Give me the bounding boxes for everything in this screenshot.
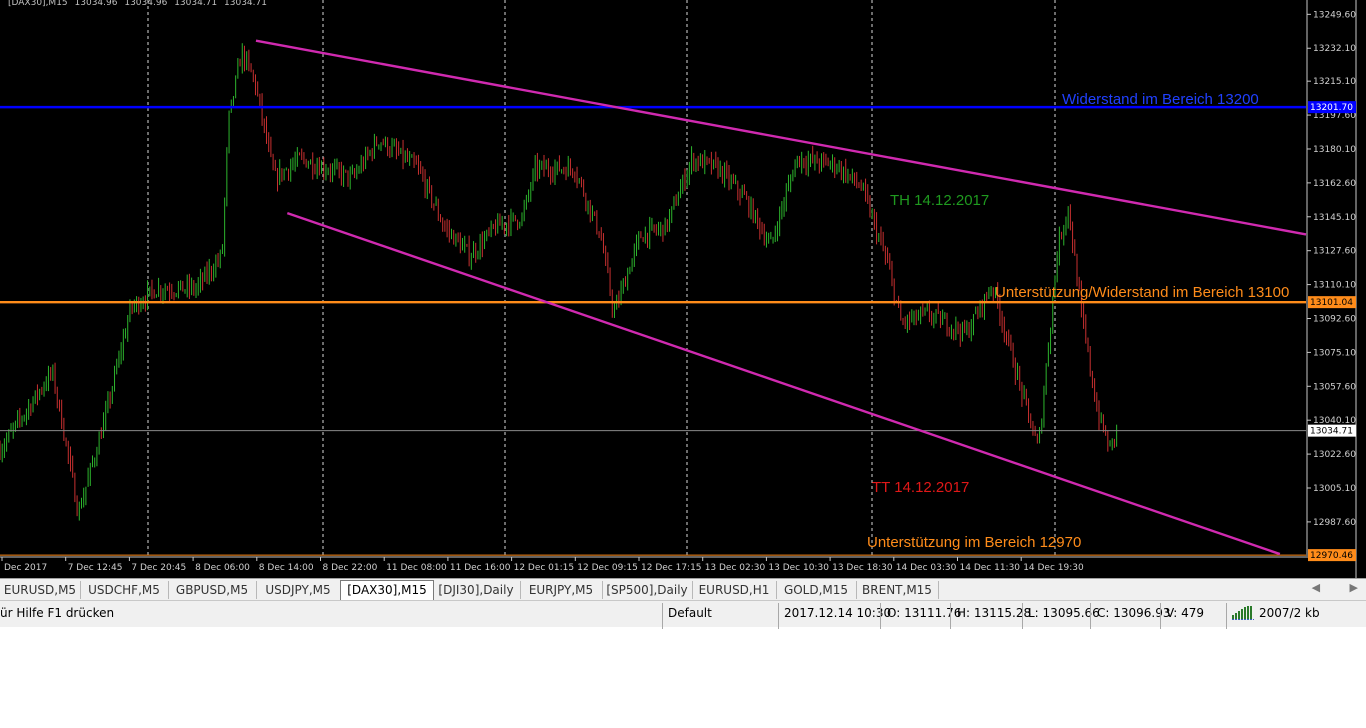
status-traffic: 2007/2 kb — [1259, 606, 1320, 620]
y-tick-label: 13057.60 — [1313, 382, 1356, 392]
y-tick-label: 12987.60 — [1313, 518, 1356, 528]
status-bar: ür Hilfe F1 drücken Default 2017.12.14 1… — [0, 600, 1366, 629]
chart-symbol: [DAX30],M15 — [8, 0, 68, 8]
status-divider — [1090, 603, 1091, 629]
chart-close: 13034.71 — [224, 0, 267, 8]
tab-usdjpym5[interactable]: USDJPY,M5 — [256, 581, 341, 599]
x-tick-label: 11 Dec 16:00 — [450, 563, 511, 573]
level-price-label-support-resistance: 13101.04 — [1310, 298, 1353, 308]
level-annotation-support-resistance: Unterstützung/Widerstand im Bereich 1310… — [995, 284, 1289, 301]
chart-open: 13034.96 — [74, 0, 118, 8]
annotation-top-high: TH 14.12.2017 — [890, 192, 989, 209]
y-tick-label: 13180.10 — [1313, 145, 1356, 155]
x-tick-label: 8 Dec 06:00 — [195, 563, 250, 573]
x-tick-label: 8 Dec 14:00 — [259, 563, 314, 573]
trendline-channel-lower — [286, 211, 1281, 556]
tab-dji30daily[interactable]: [DJI30],Daily — [432, 581, 521, 599]
level-price-label-resistance: 13201.70 — [1310, 103, 1353, 113]
x-tick-label: 7 Dec 12:45 — [68, 563, 123, 573]
status-profile[interactable]: Default — [668, 606, 712, 620]
y-tick-label: 13127.60 — [1313, 247, 1356, 257]
level-annotation-resistance: Widerstand im Bereich 13200 — [1062, 91, 1259, 108]
y-tick-label: 13145.10 — [1313, 213, 1356, 223]
price-chart[interactable]: 13249.6013232.1013215.1013197.6013180.10… — [0, 0, 1366, 578]
tab-dax30m15[interactable]: [DAX30],M15 — [340, 580, 434, 601]
y-tick-label: 13215.10 — [1313, 77, 1356, 87]
y-tick-label: 13005.10 — [1313, 484, 1356, 494]
x-tick-label: 14 Dec 11:30 — [960, 563, 1021, 573]
chart-low: 13034.71 — [174, 0, 218, 8]
tab-scroll-left-icon[interactable]: ◀ — [1312, 581, 1320, 594]
chart-tab-bar: ◀ ▶ EURUSD,M5 USDCHF,M5 GBPUSD,M5 USDJPY,M5… — [0, 578, 1366, 601]
status-divider — [1160, 603, 1161, 629]
trendline-channel-upper — [255, 39, 1307, 236]
status-divider — [950, 603, 951, 629]
x-tick-label: 7 Dec 20:45 — [131, 563, 186, 573]
y-tick-label: 13162.60 — [1313, 179, 1356, 189]
status-divider — [662, 603, 663, 629]
status-divider — [880, 603, 881, 629]
tab-usdchfm5[interactable]: USDCHF,M5 — [80, 581, 169, 599]
status-divider — [1022, 603, 1023, 629]
x-tick-label: Dec 2017 — [4, 563, 47, 573]
chart-high: 13034.96 — [124, 0, 168, 8]
y-tick-label: 13075.10 — [1313, 348, 1356, 358]
chart-area[interactable]: 13249.60 13232.10 13215.10 13197.60 13180.10… — [0, 0, 1366, 578]
x-tick-label: 11 Dec 08:00 — [386, 563, 447, 573]
tab-scroll-controls: ◀ ▶ — [1286, 581, 1358, 594]
y-tick-label: 13110.10 — [1313, 281, 1356, 291]
x-tick-label: 13 Dec 18:30 — [832, 563, 893, 573]
connection-bars-icon — [1232, 606, 1254, 620]
tab-goldm15[interactable]: GOLD,M15 — [776, 581, 857, 599]
status-help-text: ür Hilfe F1 drücken — [0, 606, 115, 620]
level-price-label-support: 12970.46 — [1310, 551, 1353, 561]
status-divider — [1226, 603, 1227, 629]
tab-scroll-right-icon[interactable]: ▶ — [1350, 581, 1358, 594]
x-tick-label: 13 Dec 10:30 — [768, 563, 829, 573]
x-tick-label: 8 Dec 22:00 — [323, 563, 378, 573]
tab-gbpusdm5[interactable]: GBPUSD,M5 — [168, 581, 257, 599]
tab-brentm15[interactable]: BRENT,M15 — [856, 581, 939, 599]
x-tick-label: 12 Dec 17:15 — [641, 563, 702, 573]
y-tick-label: 13092.60 — [1313, 314, 1356, 324]
x-tick-label: 14 Dec 03:30 — [896, 563, 957, 573]
tab-eurjpym5[interactable]: EURJPY,M5 — [520, 581, 603, 599]
x-tick-label: 14 Dec 19:30 — [1023, 563, 1084, 573]
annotation-top-low: TT 14.12.2017 — [872, 479, 969, 496]
tab-eurusdm5[interactable]: EURUSD,M5 — [0, 581, 81, 599]
tab-sp500daily[interactable]: [SP500],Daily — [602, 581, 693, 599]
level-annotation-support: Unterstützung im Bereich 12970 — [867, 534, 1081, 551]
status-divider — [778, 603, 779, 629]
x-tick-label: 12 Dec 09:15 — [577, 563, 638, 573]
status-datetime: 2017.12.14 10:30 — [784, 606, 892, 620]
current-price-label: 13034.71 — [1310, 427, 1353, 437]
status-volume: V: 479 — [1166, 606, 1204, 620]
x-tick-label: 12 Dec 01:15 — [514, 563, 575, 573]
tab-eurusdh1[interactable]: EURUSD,H1 — [692, 581, 777, 599]
chart-header: [DAX30],M15 13034.96 13034.96 13034.71 1… — [8, 0, 271, 8]
y-tick-label: 13232.10 — [1313, 44, 1356, 54]
x-tick-label: 13 Dec 02:30 — [705, 563, 766, 573]
y-tick-label: 13249.60 — [1313, 10, 1356, 20]
y-tick-label: 13022.60 — [1313, 450, 1356, 460]
status-high: H: 13115.28 — [957, 606, 1032, 620]
